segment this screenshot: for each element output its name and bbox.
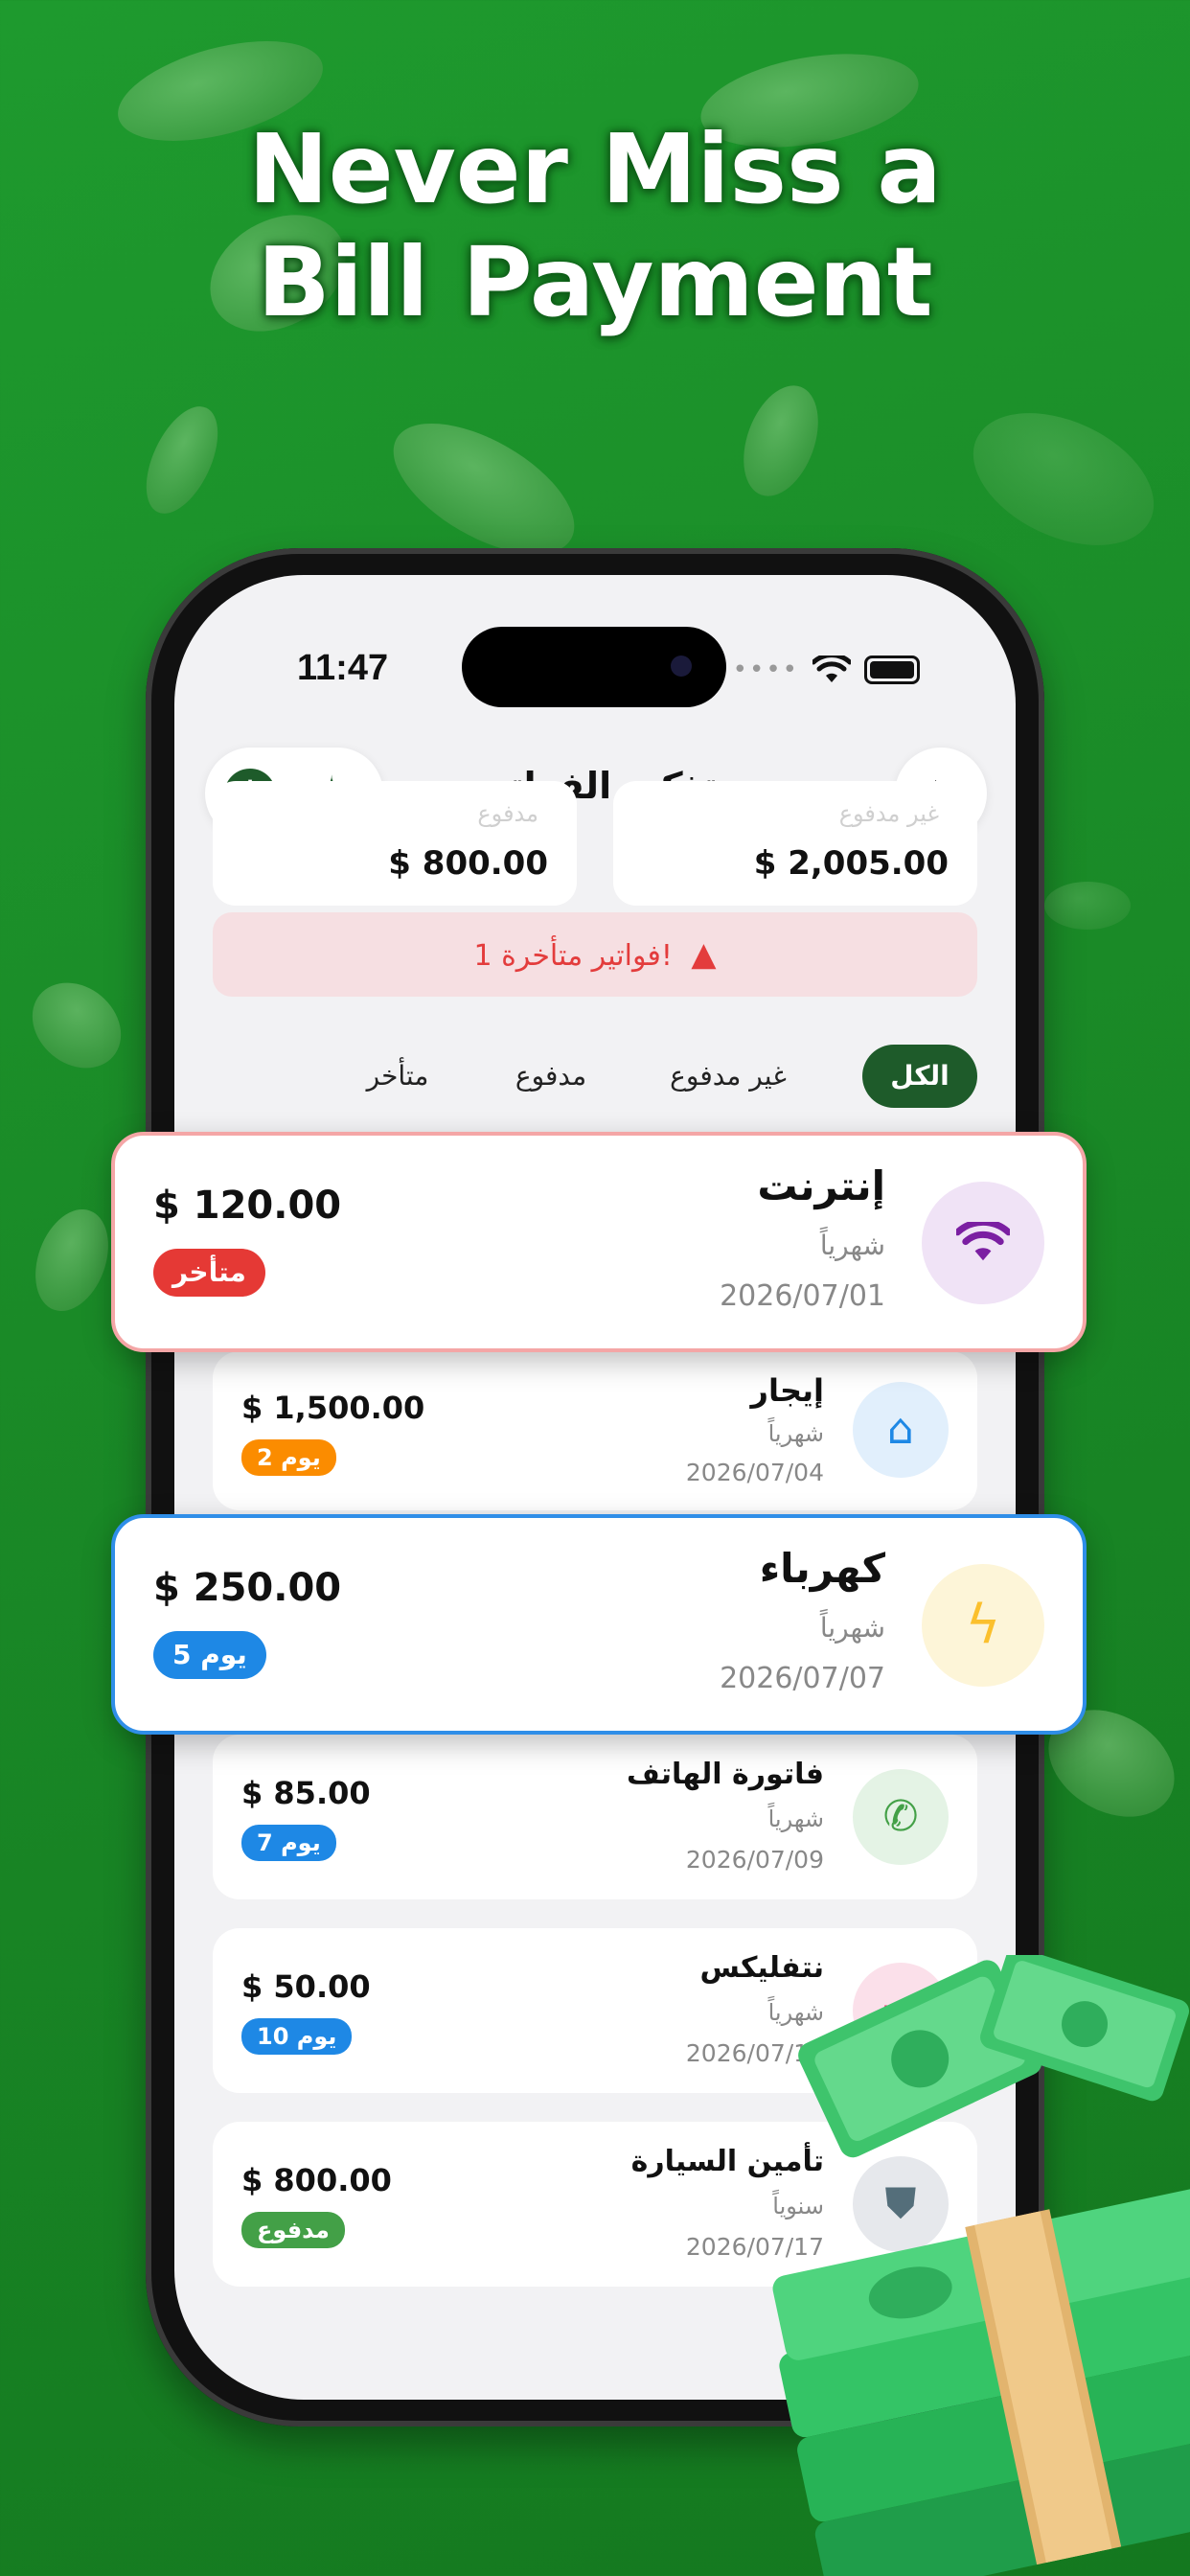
bill-date: 2026/07/09: [685, 1846, 824, 1874]
bill-card-rent[interactable]: ⌂ إيجار شهرياً 2026/07/04 $ 1,500.00 2 ي…: [213, 1351, 977, 1510]
status-bar: 11:47 ••••: [174, 627, 1016, 707]
background-coin: [952, 386, 1175, 572]
dynamic-island: [462, 627, 726, 707]
tab-unpaid[interactable]: غير مدفوع: [642, 1045, 814, 1108]
bill-card-electricity-highlight[interactable]: ϟ كهرباء شهرياً 2026/07/07 $ 250.00 5 يو…: [111, 1514, 1087, 1735]
bill-amount: $ 50.00: [241, 1968, 371, 2005]
bill-status-badge: 5 يوم: [153, 1631, 266, 1679]
background-coin: [131, 395, 233, 525]
bill-status-badge: 7 يوم: [241, 1825, 336, 1861]
summary-unpaid: غير مدفوع $ 2,005.00: [613, 781, 977, 906]
headline-line-2: Bill Payment: [257, 226, 933, 338]
summary-paid-label: مدفوع: [477, 800, 538, 827]
summary-unpaid-value: $ 2,005.00: [753, 844, 949, 883]
background-coin: [22, 1199, 122, 1322]
bill-amount: $ 800.00: [241, 2162, 392, 2198]
bill-status-badge: متأخر: [153, 1249, 265, 1297]
wifi-icon: [922, 1182, 1044, 1304]
phone-icon: ✆: [853, 1769, 949, 1865]
bill-amount: $ 85.00: [241, 1775, 371, 1811]
wifi-status-icon: [812, 656, 851, 682]
headline-line-1: Never Miss a: [248, 113, 942, 225]
summary-paid: مدفوع $ 800.00: [213, 781, 577, 906]
battery-icon: [864, 656, 920, 684]
bill-amount: $ 250.00: [153, 1566, 342, 1610]
bill-amount: $ 1,500.00: [241, 1390, 425, 1426]
summary-unpaid-label: غير مدفوع: [838, 800, 939, 827]
bill-card-internet-highlight[interactable]: إنترنت شهرياً 2026/07/01 $ 120.00 متأخر: [111, 1132, 1087, 1352]
bill-status-badge: مدفوع: [241, 2212, 345, 2248]
bill-amount: $ 120.00: [153, 1184, 342, 1228]
bill-status-badge: 10 يوم: [241, 2018, 353, 2055]
bill-date: 2026/07/07: [720, 1662, 885, 1695]
bill-name: كهرباء: [759, 1545, 885, 1592]
overdue-alert-text: 1 فواتير متأخرة!: [473, 939, 673, 973]
cash-stack-illustration: [772, 1955, 1190, 2576]
bill-name: إنترنت: [757, 1162, 885, 1209]
home-icon: ⌂: [853, 1382, 949, 1478]
bill-frequency: شهرياً: [819, 1230, 885, 1261]
background-coin: [729, 375, 833, 507]
bill-frequency: شهرياً: [819, 1612, 885, 1644]
tab-overdue[interactable]: متأخر: [335, 1045, 460, 1108]
tab-paid[interactable]: مدفوع: [489, 1045, 613, 1108]
bill-card-phone[interactable]: ✆ فاتورة الهاتف شهرياً 2026/07/09 $ 85.0…: [213, 1735, 977, 1899]
background-coin: [14, 965, 139, 1086]
status-icons: ••••: [733, 656, 920, 684]
bill-frequency: شهرياً: [767, 1806, 824, 1832]
signal-icon: ••••: [732, 656, 799, 684]
bill-frequency: شهرياً: [767, 1420, 824, 1447]
filter-tabs: الكل غير مدفوع مدفوع متأخر: [174, 1045, 1016, 1112]
warning-icon: ▲: [691, 935, 717, 974]
bill-name: إيجار: [750, 1372, 824, 1409]
overdue-alert[interactable]: 1 فواتير متأخرة! ▲: [213, 912, 977, 997]
tab-all[interactable]: الكل: [862, 1045, 977, 1108]
status-time: 11:47: [297, 648, 389, 688]
lightning-icon: ϟ: [922, 1564, 1044, 1687]
bill-date: 2026/07/04: [685, 1459, 824, 1486]
bill-name: فاتورة الهاتف: [626, 1758, 824, 1791]
camera-icon: [671, 656, 692, 677]
summary-paid-value: $ 800.00: [388, 844, 548, 883]
background-coin: [1044, 882, 1131, 930]
bill-status-badge: 2 يوم: [241, 1439, 336, 1476]
bill-date: 2026/07/01: [720, 1279, 885, 1313]
headline: Never Miss a Bill Payment: [0, 113, 1190, 339]
